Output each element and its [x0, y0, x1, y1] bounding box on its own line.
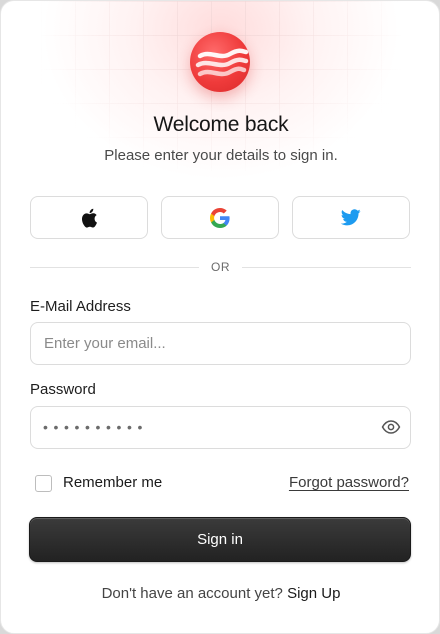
- brand-logo-icon: [190, 32, 250, 92]
- sign-up-link[interactable]: Sign Up: [287, 585, 340, 602]
- password-field[interactable]: [30, 406, 411, 449]
- divider-right: [242, 267, 411, 268]
- email-label: E-Mail Address: [30, 298, 131, 315]
- forgot-password-link[interactable]: Forgot password?: [289, 474, 409, 491]
- password-label: Password: [30, 381, 96, 398]
- remember-me-label[interactable]: Remember me: [63, 474, 162, 491]
- login-card: Welcome back Please enter your details t…: [0, 0, 440, 634]
- page-title: Welcome back: [153, 113, 289, 136]
- apple-signin-button[interactable]: [30, 196, 148, 239]
- signup-prompt: Don't have an account yet? Sign Up: [1, 585, 439, 602]
- twitter-icon: [341, 209, 361, 226]
- divider-label: OR: [211, 260, 230, 274]
- remember-me-checkbox[interactable]: [35, 475, 52, 492]
- twitter-signin-button[interactable]: [292, 196, 410, 239]
- apple-icon: [82, 208, 97, 228]
- page-subtitle: Please enter your details to sign in.: [104, 147, 338, 164]
- google-signin-button[interactable]: [161, 196, 279, 239]
- sign-in-button[interactable]: Sign in: [29, 517, 411, 562]
- email-field[interactable]: [30, 322, 411, 365]
- show-password-eye-icon[interactable]: [381, 418, 401, 436]
- divider-left: [30, 267, 199, 268]
- google-icon: [210, 207, 230, 228]
- signup-prompt-text: Don't have an account yet?: [101, 585, 283, 602]
